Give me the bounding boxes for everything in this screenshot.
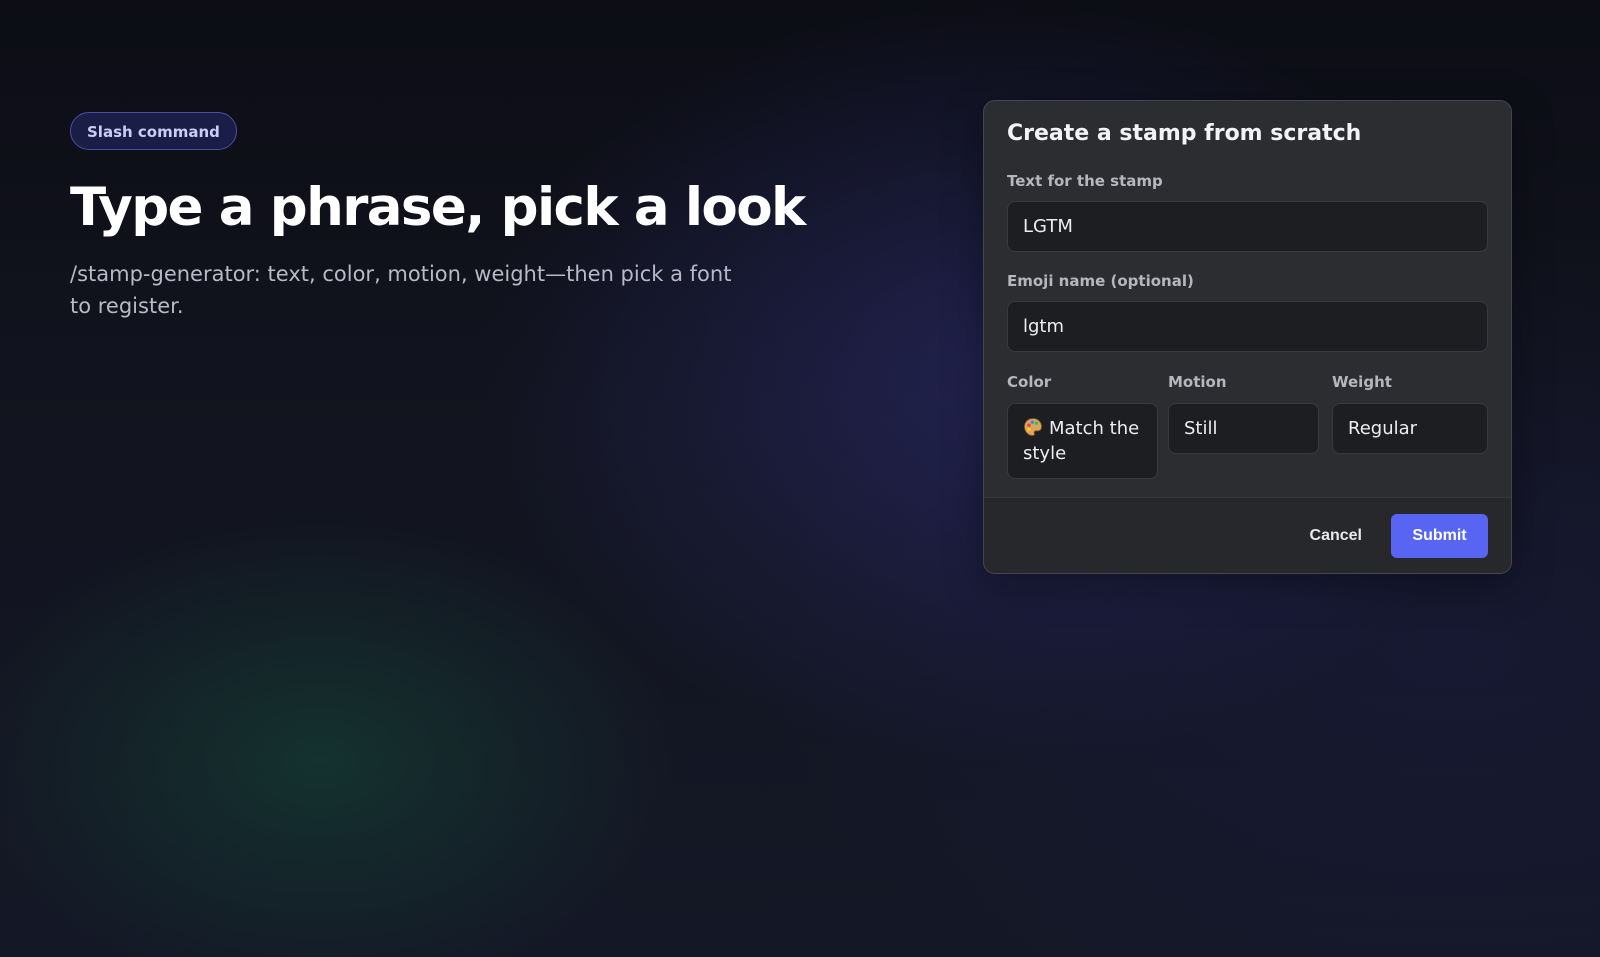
emoji-name-input[interactable]: lgtm xyxy=(1007,301,1488,352)
motion-label: Motion xyxy=(1168,373,1227,391)
hero-title: Type a phrase, pick a look xyxy=(70,177,806,238)
stamp-text-label: Text for the stamp xyxy=(1007,172,1163,190)
dialog-title: Create a stamp from scratch xyxy=(1007,121,1362,146)
weight-select[interactable]: Regular xyxy=(1332,403,1488,454)
hero-subtitle: /stamp-generator: text, color, motion, w… xyxy=(70,262,732,318)
create-stamp-dialog: Create a stamp from scratch Text for the… xyxy=(983,100,1512,574)
slash-command-badge: Slash command xyxy=(70,112,237,150)
color-select[interactable]: Match the style xyxy=(1007,403,1158,479)
palette-icon xyxy=(1023,417,1043,437)
weight-label: Weight xyxy=(1332,373,1392,391)
hero-section: Slash command Type a phrase, pick a look… xyxy=(70,112,806,322)
emoji-name-label: Emoji name (optional) xyxy=(1007,272,1194,290)
motion-select[interactable]: Still xyxy=(1168,403,1319,454)
stamp-text-input[interactable]: LGTM xyxy=(1007,201,1488,252)
cancel-button[interactable]: Cancel xyxy=(1296,514,1376,558)
dialog-footer: Cancel Submit xyxy=(984,497,1511,573)
color-label: Color xyxy=(1007,373,1052,391)
submit-button[interactable]: Submit xyxy=(1391,514,1488,558)
